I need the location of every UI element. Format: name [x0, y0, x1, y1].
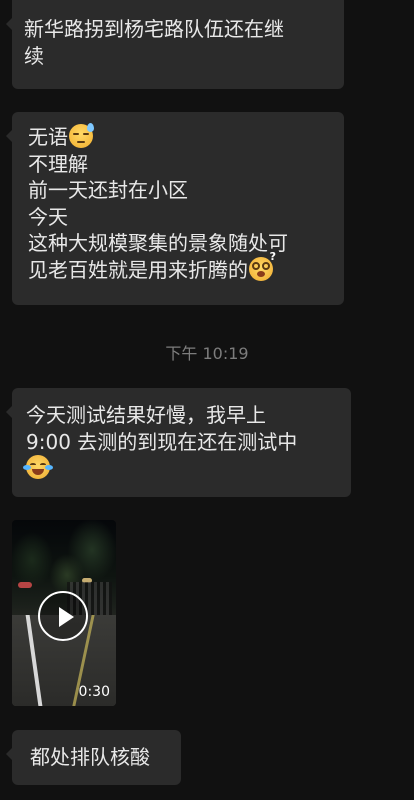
message-text: 无语	[28, 125, 68, 149]
sweat-face-icon	[69, 123, 94, 148]
play-icon[interactable]	[38, 591, 88, 641]
dizzy-face-icon: ?	[249, 251, 276, 281]
message-text: 新华路拐到杨宅路队伍还在继	[24, 17, 284, 41]
message-timestamp: 下午 10:19	[165, 344, 249, 363]
message-text: 前一天还封在小区	[28, 178, 188, 202]
chat-thread: 新华路拐到杨宅路队伍还在继 续 无语 不理解 前一天还封在小区 今天 这种大规模…	[0, 0, 414, 800]
message-bubble-1[interactable]: 新华路拐到杨宅路队伍还在继 续	[6, 0, 344, 89]
message-bubble-2[interactable]: 无语 不理解 前一天还封在小区 今天 这种大规模聚集的景象随处可 见老百姓就是用…	[6, 112, 344, 305]
message-bubble-3[interactable]: 今天测试结果好慢，我早上 9:00 去测的到现在还在测试中	[6, 388, 351, 497]
message-line: 无语	[28, 123, 332, 151]
message-text: 今天	[28, 204, 68, 229]
message-text: 见老百姓就是用来折腾的	[28, 257, 248, 282]
message-line: 见老百姓就是用来折腾的?	[28, 251, 332, 284]
crying-face-icon	[23, 455, 53, 479]
message-text: 都处排队核酸	[30, 745, 150, 769]
message-line	[23, 455, 339, 482]
message-text: 9:00 去测的到现在还在测试中	[26, 429, 298, 454]
video-duration: 0:30	[78, 684, 110, 700]
message-text: 续	[24, 43, 44, 68]
message-text: 不理解	[28, 151, 88, 176]
video-scene-light	[18, 582, 32, 588]
message-text: 这种大规模聚集的景象随处可	[28, 231, 288, 255]
message-bubble-4[interactable]: 都处排队核酸	[6, 730, 181, 785]
video-message-thumbnail[interactable]: 0:30	[12, 520, 116, 706]
message-text: 今天测试结果好慢，我早上	[26, 403, 266, 427]
